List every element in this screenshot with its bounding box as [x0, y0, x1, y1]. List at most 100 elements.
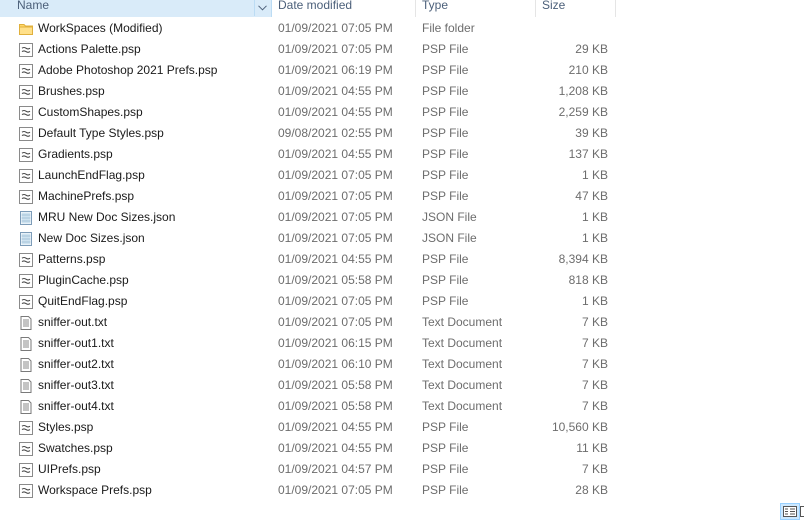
- column-header-type[interactable]: Type: [416, 0, 536, 17]
- file-row[interactable]: sniffer-out2.txt 01/09/2021 06:10 PM Text …: [0, 354, 620, 375]
- file-row[interactable]: New Doc Sizes.json 01/09/2021 07:05 PM JSO…: [0, 228, 620, 249]
- column-header-size[interactable]: Size: [536, 0, 616, 17]
- file-row[interactable]: Workspace Prefs.psp 01/09/2021 07:05 PM PS…: [0, 480, 620, 501]
- file-type: PSP File: [422, 42, 469, 56]
- file-size: 210 KB: [568, 63, 608, 77]
- file-row[interactable]: Patterns.psp 01/09/2021 04:55 PM PSP File 8…: [0, 249, 620, 270]
- file-date-modified: 01/09/2021 07:05 PM: [278, 294, 393, 308]
- file-size: 1 KB: [581, 294, 608, 308]
- psp-file-icon: [18, 63, 34, 79]
- file-size: 47 KB: [575, 189, 608, 203]
- file-name: sniffer-out2.txt: [38, 357, 114, 371]
- psp-file-icon: [18, 294, 34, 310]
- file-date-modified: 01/09/2021 07:05 PM: [278, 42, 393, 56]
- text-file-icon: [18, 357, 34, 373]
- file-row[interactable]: Styles.psp 01/09/2021 04:55 PM PSP File 10,…: [0, 417, 620, 438]
- file-row[interactable]: MRU New Doc Sizes.json 01/09/2021 07:05 P…: [0, 207, 620, 228]
- file-type: PSP File: [422, 294, 469, 308]
- file-row[interactable]: sniffer-out3.txt 01/09/2021 05:58 PM Text …: [0, 375, 620, 396]
- file-name: PluginCache.psp: [38, 273, 129, 287]
- file-date-modified: 01/09/2021 07:05 PM: [278, 189, 393, 203]
- column-header-size-label: Size: [542, 0, 566, 12]
- text-file-icon: [18, 399, 34, 415]
- details-view-icon[interactable]: [780, 502, 800, 520]
- file-date-modified: 01/09/2021 07:05 PM: [278, 210, 393, 224]
- file-list: WorkSpaces (Modified) 01/09/2021 07:05 PM…: [0, 18, 620, 501]
- folder-icon: [18, 21, 34, 37]
- file-name: sniffer-out.txt: [38, 315, 108, 329]
- large-icons-view-icon[interactable]: [800, 503, 808, 520]
- file-size: 28 KB: [575, 483, 608, 497]
- file-row[interactable]: sniffer-out4.txt 01/09/2021 05:58 PM Text …: [0, 396, 620, 417]
- file-date-modified: 01/09/2021 04:55 PM: [278, 147, 393, 161]
- file-row[interactable]: sniffer-out.txt 01/09/2021 07:05 PM Text D…: [0, 312, 620, 333]
- file-name: MRU New Doc Sizes.json: [38, 210, 176, 224]
- file-date-modified: 01/09/2021 07:05 PM: [278, 483, 393, 497]
- file-size: 7 KB: [581, 462, 608, 476]
- file-row[interactable]: QuitEndFlag.psp 01/09/2021 07:05 PM PSP Fi…: [0, 291, 620, 312]
- file-row[interactable]: sniffer-out1.txt 01/09/2021 06:15 PM Text …: [0, 333, 620, 354]
- file-type: PSP File: [422, 252, 469, 266]
- json-file-icon: [18, 231, 34, 247]
- file-name: sniffer-out1.txt: [38, 336, 114, 350]
- file-row[interactable]: PluginCache.psp 01/09/2021 05:58 PM PSP Fi…: [0, 270, 620, 291]
- file-name: Workspace Prefs.psp: [38, 483, 152, 497]
- file-name: WorkSpaces (Modified): [38, 21, 163, 35]
- file-type: PSP File: [422, 462, 469, 476]
- file-type: Text Document: [422, 378, 503, 392]
- file-date-modified: 01/09/2021 04:57 PM: [278, 462, 393, 476]
- file-date-modified: 01/09/2021 06:10 PM: [278, 357, 393, 371]
- file-date-modified: 01/09/2021 06:15 PM: [278, 336, 393, 350]
- file-date-modified: 01/09/2021 07:05 PM: [278, 168, 393, 182]
- text-file-icon: [18, 315, 34, 331]
- file-name: New Doc Sizes.json: [38, 231, 145, 245]
- file-row[interactable]: Actions Palette.psp 01/09/2021 07:05 PM PS…: [0, 39, 620, 60]
- json-file-icon: [18, 210, 34, 226]
- file-row[interactable]: CustomShapes.psp 01/09/2021 04:55 PM PSP F…: [0, 102, 620, 123]
- column-header-row: Name Date modified Type Size: [0, 0, 616, 17]
- file-row[interactable]: WorkSpaces (Modified) 01/09/2021 07:05 PM…: [0, 18, 620, 39]
- file-type: File folder: [422, 21, 475, 35]
- file-row[interactable]: MachinePrefs.psp 01/09/2021 07:05 PM PSP F…: [0, 186, 620, 207]
- text-file-icon: [18, 336, 34, 352]
- file-date-modified: 01/09/2021 07:05 PM: [278, 315, 393, 329]
- file-size: 2,259 KB: [558, 105, 608, 119]
- psp-file-icon: [18, 84, 34, 100]
- file-date-modified: 01/09/2021 06:19 PM: [278, 63, 393, 77]
- psp-file-icon: [18, 273, 34, 289]
- file-type: PSP File: [422, 483, 469, 497]
- psp-file-icon: [18, 189, 34, 205]
- file-size: 1 KB: [581, 231, 608, 245]
- file-size: 7 KB: [581, 399, 608, 413]
- file-name: sniffer-out4.txt: [38, 399, 114, 413]
- file-size: 39 KB: [575, 126, 608, 140]
- file-row[interactable]: Adobe Photoshop 2021 Prefs.psp 01/09/2021…: [0, 60, 620, 81]
- file-size: 7 KB: [581, 357, 608, 371]
- file-type: PSP File: [422, 63, 469, 77]
- file-name: sniffer-out3.txt: [38, 378, 114, 392]
- psp-file-icon: [18, 126, 34, 142]
- file-row[interactable]: LaunchEndFlag.psp 01/09/2021 07:05 PM PSP …: [0, 165, 620, 186]
- chevron-down-icon[interactable]: [254, 0, 269, 16]
- file-date-modified: 01/09/2021 04:55 PM: [278, 441, 393, 455]
- file-row[interactable]: Brushes.psp 01/09/2021 04:55 PM PSP File 1,…: [0, 81, 620, 102]
- file-row[interactable]: Default Type Styles.psp 09/08/2021 02:55 …: [0, 123, 620, 144]
- file-size: 8,394 KB: [558, 252, 608, 266]
- file-name: Default Type Styles.psp: [38, 126, 164, 140]
- file-date-modified: 01/09/2021 07:05 PM: [278, 21, 393, 35]
- file-type: PSP File: [422, 126, 469, 140]
- file-row[interactable]: UIPrefs.psp 01/09/2021 04:57 PM PSP File 7 …: [0, 459, 620, 480]
- file-name: Styles.psp: [38, 420, 94, 434]
- file-type: PSP File: [422, 105, 469, 119]
- file-row[interactable]: Gradients.psp 01/09/2021 04:55 PM PSP File…: [0, 144, 620, 165]
- file-type: Text Document: [422, 357, 503, 371]
- psp-file-icon: [18, 147, 34, 163]
- psp-file-icon: [18, 105, 34, 121]
- file-size: 818 KB: [568, 273, 608, 287]
- psp-file-icon: [18, 441, 34, 457]
- column-header-name[interactable]: Name: [0, 0, 272, 17]
- column-header-date-modified[interactable]: Date modified: [272, 0, 416, 17]
- file-type: PSP File: [422, 189, 469, 203]
- file-row[interactable]: Swatches.psp 01/09/2021 04:55 PM PSP File 1…: [0, 438, 620, 459]
- column-header-name-label: Name: [17, 0, 50, 12]
